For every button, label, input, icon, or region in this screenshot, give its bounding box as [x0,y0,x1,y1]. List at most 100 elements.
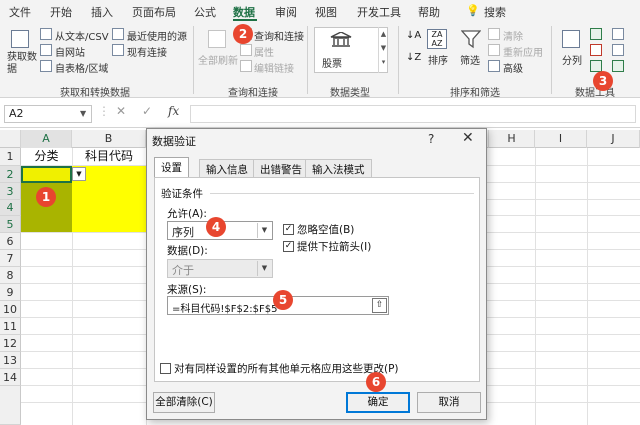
column-header-h[interactable]: H [488,130,535,148]
recent-sources-button[interactable]: 最近使用的源 [127,28,187,43]
ignore-blank-checkbox[interactable]: ✓ [283,224,294,235]
refresh-all-icon [208,30,226,48]
allow-label: 允许(A): [167,208,207,220]
row-header-filler [0,386,21,425]
tab-review[interactable]: 审阅 [275,4,297,20]
sort-descending-icon[interactable]: ↓Z [406,52,421,64]
tab-data[interactable]: 数据 [233,4,255,20]
column-header-j[interactable]: J [587,130,640,148]
row-header-1[interactable]: 1 [0,148,21,166]
tab-help[interactable]: 帮助 [418,4,440,20]
gallery-scroll[interactable]: ▲ ▼ ▾ [378,27,388,73]
collapse-dialog-icon[interactable]: ⇧ [372,298,387,313]
from-web-button[interactable]: 自网站 [55,44,85,59]
row-header-11[interactable]: 11 [0,318,21,335]
relationships-icon[interactable] [612,44,624,56]
group-label-sort-filter: 排序和筛选 [450,88,500,99]
tab-error-alert[interactable]: 出错警告 [253,159,309,177]
formula-input[interactable] [190,105,636,123]
edit-links-icon [240,60,252,72]
reapply-button[interactable]: 重新应用 [503,44,543,59]
row-header-7[interactable]: 7 [0,250,21,267]
data-model-icon[interactable] [612,60,624,72]
data-select[interactable]: 介于 ▼ [167,259,273,278]
row-header-6[interactable]: 6 [0,233,21,250]
row-header-8[interactable]: 8 [0,267,21,284]
group-separator [551,26,552,94]
ok-button[interactable]: 确定 [346,392,410,413]
cell-a1[interactable]: 分类 [21,148,72,165]
tab-formulas[interactable]: 公式 [194,4,216,20]
tab-view[interactable]: 视图 [315,4,337,20]
clear-all-button[interactable]: 全部清除(C) [153,392,215,413]
text-to-columns-button[interactable]: 分列 [562,52,582,67]
apply-to-all-label: 对有同样设置的所有其他单元格应用这些更改(P) [174,363,399,375]
tab-input-message[interactable]: 输入信息 [199,159,255,177]
tab-developer[interactable]: 开发工具 [357,4,401,20]
chevron-down-icon[interactable]: ▼ [80,109,86,118]
properties-button[interactable]: 属性 [254,44,274,59]
edit-links-button[interactable]: 编辑链接 [254,60,294,75]
row-header-2[interactable]: 2 [0,166,21,183]
apply-to-all-checkbox[interactable] [160,363,171,374]
advanced-filter-button[interactable]: 高级 [503,60,523,75]
in-cell-dropdown-checkbox[interactable]: ✓ [283,241,294,252]
refresh-all-button[interactable]: 全部刷新 [198,52,238,67]
clear-filter-button[interactable]: 清除 [503,28,523,43]
flash-fill-icon[interactable] [590,28,602,40]
queries-connections-button[interactable]: 查询和连接 [254,28,304,43]
in-cell-dropdown-label: 提供下拉箭头(I) [297,241,372,253]
name-box[interactable]: A2 [4,105,92,123]
tab-settings[interactable]: 设置 [154,157,189,178]
stock-data-type[interactable]: 股票 [322,55,342,70]
data-label: 数据(D): [167,245,208,257]
tab-home[interactable]: 开始 [50,4,72,20]
step-callout-1: 1 [36,187,56,207]
group-separator [193,26,194,94]
tab-ime-mode[interactable]: 输入法模式 [305,159,372,177]
chevron-down-icon: ▼ [257,223,271,238]
confirm-icon[interactable]: ✓ [142,104,152,118]
group-separator [307,26,308,94]
step-callout-3: 3 [593,71,613,91]
tab-insert[interactable]: 插入 [91,4,113,20]
remove-duplicates-icon[interactable] [590,44,602,56]
select-all-corner[interactable] [0,130,21,148]
tab-page-layout[interactable]: 页面布局 [132,4,176,20]
search-button[interactable]: 搜索 [484,4,506,20]
from-text-csv-button[interactable]: 从文本/CSV [55,28,109,43]
column-header-i[interactable]: I [535,130,587,148]
get-data-button[interactable]: 获取数据 [7,52,37,76]
filter-button[interactable]: 筛选 [460,52,480,67]
text-csv-icon [40,28,52,40]
row-header-3[interactable]: 3 [0,183,21,200]
row-header-9[interactable]: 9 [0,284,21,301]
from-table-button[interactable]: 自表格/区域 [55,60,108,75]
cell-dropdown-arrow-icon[interactable]: ▼ [72,167,86,181]
existing-connections-button[interactable]: 现有连接 [127,44,167,59]
row-header-5[interactable]: 5 [0,216,21,233]
tab-file[interactable]: 文件 [9,4,31,20]
cell-b1[interactable]: 科目代码 [72,148,146,165]
row-header-4[interactable]: 4 [0,200,21,216]
column-header-a[interactable]: A [21,130,72,148]
row-header-13[interactable]: 13 [0,352,21,369]
grid-line [587,148,588,425]
cancel-button[interactable]: 取消 [417,392,481,413]
sort-button[interactable]: 排序 [428,52,448,67]
insert-function-icon[interactable]: fx [168,104,179,118]
help-icon[interactable]: ? [428,132,434,146]
row-header-10[interactable]: 10 [0,301,21,318]
data-select-value: 介于 [172,264,194,277]
row-header-12[interactable]: 12 [0,335,21,352]
consolidate-icon[interactable] [612,28,624,40]
column-header-b[interactable]: B [72,130,146,148]
row-header-14[interactable]: 14 [0,369,21,386]
cancel-icon[interactable]: ✕ [116,104,126,118]
active-cell-a2[interactable] [21,166,72,183]
sort-ascending-icon[interactable]: ↓A [406,30,421,42]
lightbulb-icon[interactable]: 💡 [466,4,480,17]
more-icon: ⋮ [98,104,110,118]
allow-select-value: 序列 [172,226,194,239]
close-icon[interactable]: ✕ [462,130,474,146]
